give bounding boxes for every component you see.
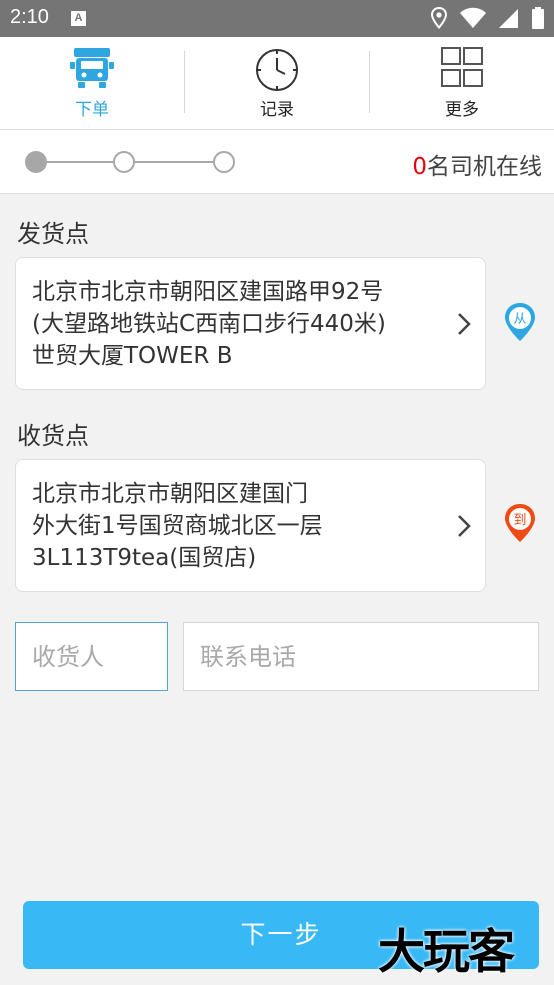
watermark-text: 大玩客 <box>378 925 515 980</box>
step-line <box>47 161 113 163</box>
grid-icon <box>441 47 483 87</box>
step-dot-2 <box>113 151 135 173</box>
clock-icon <box>256 49 298 91</box>
tab-more-label: 更多 <box>445 100 479 120</box>
pickup-address-line: 北京市北京市朝阳区建国路甲92号 <box>32 279 384 305</box>
status-bar: 2:10 A <box>0 0 554 37</box>
online-drivers: 0名司机在线 <box>412 147 542 181</box>
pickup-label: 发货点 <box>17 220 89 248</box>
tab-order-label: 下单 <box>75 100 109 120</box>
online-count: 0 <box>412 154 427 180</box>
location-icon <box>430 7 447 29</box>
delivery-pin-icon: 到 <box>505 504 535 542</box>
delivery-label: 收货点 <box>17 422 89 450</box>
notification-icon: A <box>71 11 86 26</box>
receiver-name-input[interactable] <box>15 622 168 691</box>
delivery-address-line: 3L113T9tea(国贸店) <box>32 545 257 571</box>
pickup-pin-char: 从 <box>513 312 526 327</box>
delivery-address-line: 外大街1号国贸商城北区一层 <box>32 513 323 539</box>
progress-row: 0名司机在线 <box>0 130 554 194</box>
pickup-address: 北京市北京市朝阳区建国路甲92号 (大望路地铁站C西南口步行440米) 世贸大厦… <box>32 276 457 372</box>
delivery-address-line: 北京市北京市朝阳区建国门 <box>32 481 308 507</box>
tab-bar: 下单 记录 更多 <box>0 37 554 130</box>
delivery-address-card[interactable]: 北京市北京市朝阳区建国门 外大街1号国贸商城北区一层 3L113T9tea(国贸… <box>15 459 486 592</box>
delivery-pin-char: 到 <box>513 513 526 528</box>
signal-icon <box>498 9 518 28</box>
tab-order[interactable]: 下单 <box>0 37 184 129</box>
pickup-address-line: (大望路地铁站C西南口步行440米) <box>32 311 386 337</box>
pickup-pin-icon: 从 <box>505 303 535 341</box>
receiver-phone-input[interactable] <box>183 622 539 691</box>
battery-icon <box>532 7 544 29</box>
status-time: 2:10 <box>10 6 49 28</box>
chevron-right-icon <box>458 313 471 335</box>
tab-records-label: 记录 <box>260 100 294 120</box>
wifi-icon <box>459 7 486 28</box>
step-line <box>135 161 213 163</box>
tab-more[interactable]: 更多 <box>370 37 554 129</box>
pickup-address-card[interactable]: 北京市北京市朝阳区建国路甲92号 (大望路地铁站C西南口步行440米) 世贸大厦… <box>15 257 486 390</box>
tab-records[interactable]: 记录 <box>185 37 369 129</box>
truck-icon <box>70 48 114 88</box>
status-icons <box>423 7 544 31</box>
step-dot-3 <box>213 151 235 173</box>
pickup-address-line: 世贸大厦TOWER B <box>32 343 233 369</box>
chevron-right-icon <box>458 515 471 537</box>
delivery-address: 北京市北京市朝阳区建国门 外大街1号国贸商城北区一层 3L113T9tea(国贸… <box>32 478 457 574</box>
step-dot-1 <box>25 151 47 173</box>
online-suffix: 名司机在线 <box>427 154 542 180</box>
